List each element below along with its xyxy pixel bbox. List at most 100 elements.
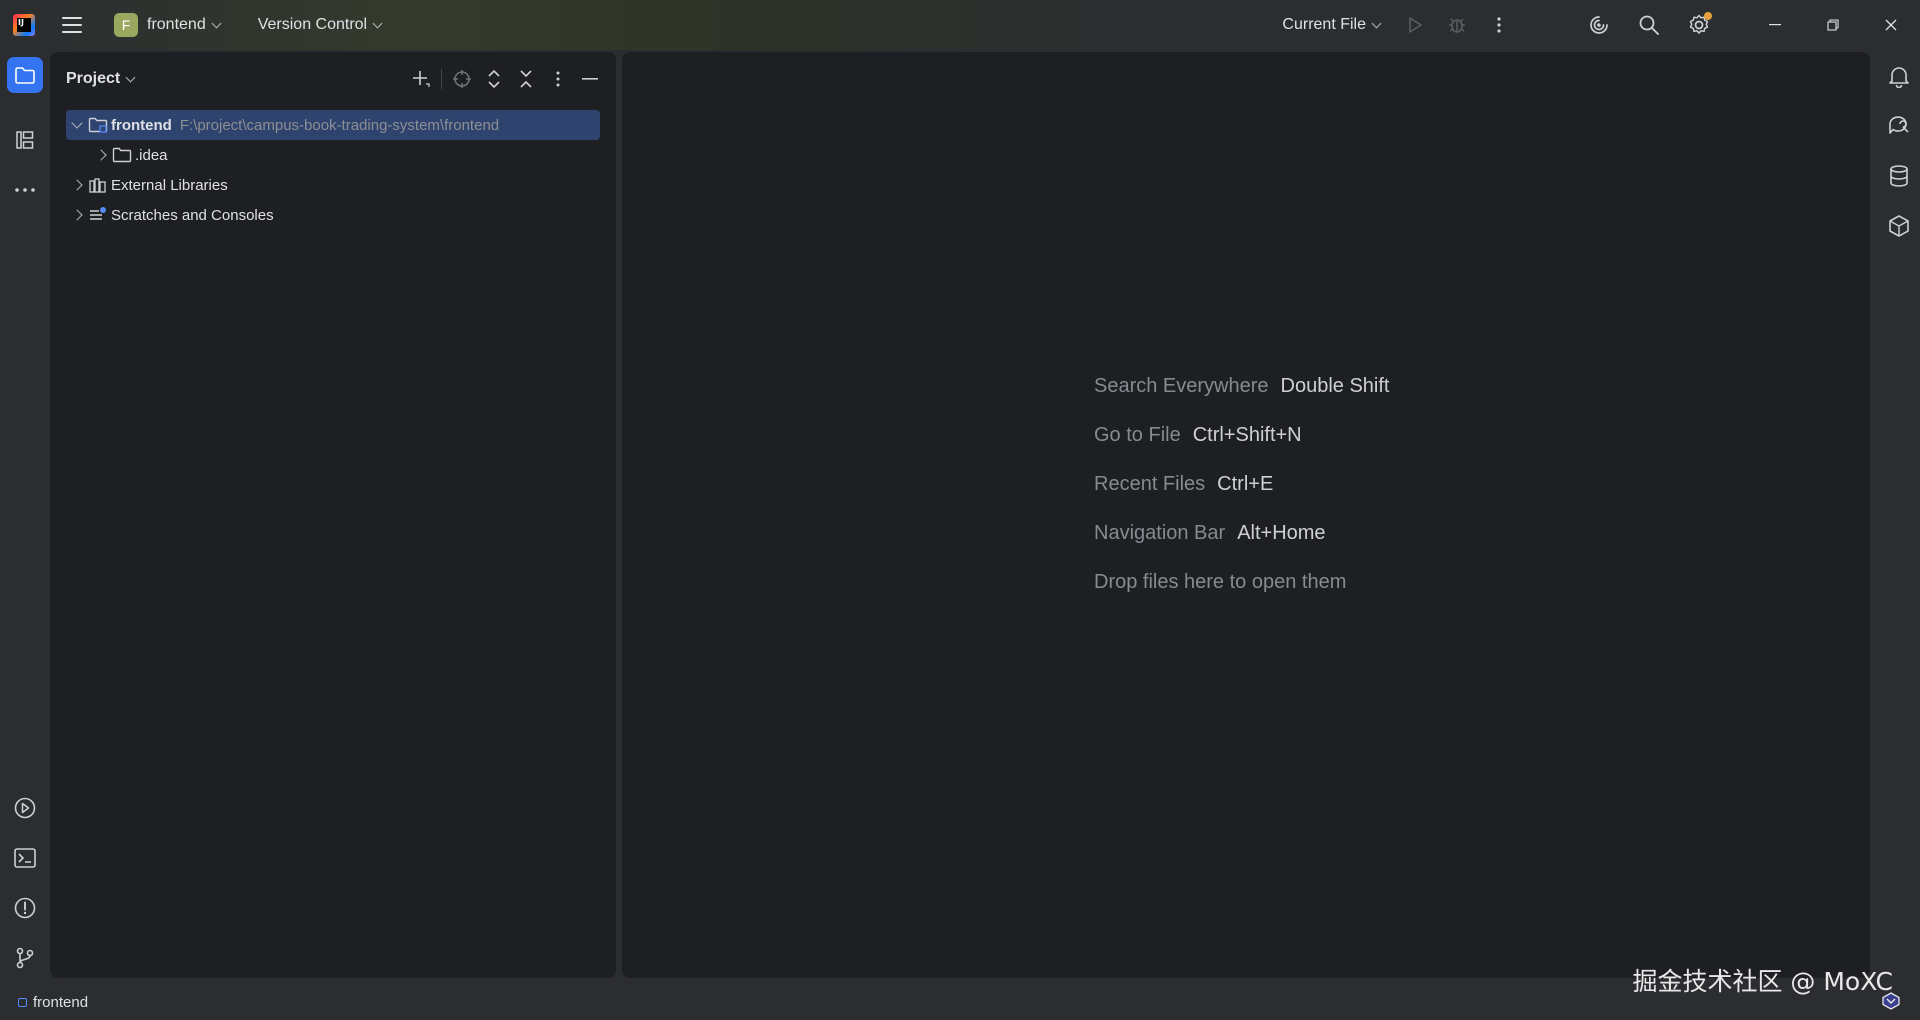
project-tool-window: Project frontend F:\project\campus-book-… [50, 52, 616, 978]
hint-shortcut: Alt+Home [1237, 522, 1326, 544]
settings-button[interactable] [1686, 12, 1712, 38]
terminal-tool-button[interactable] [7, 840, 43, 876]
terminal-icon [14, 848, 36, 868]
problems-tool-button[interactable] [7, 890, 43, 926]
expand-toggle[interactable] [66, 117, 88, 129]
project-panel-header: Project [50, 52, 616, 106]
watermark: 掘金技术社区 @ MoXC [1632, 967, 1893, 996]
minimize-icon [1769, 24, 1781, 26]
plugin-tool-button[interactable] [1883, 210, 1915, 242]
close-window-button[interactable] [1862, 0, 1920, 50]
ai-chat-button[interactable] [1883, 110, 1915, 142]
hint-label: Recent Files [1094, 473, 1206, 495]
hint-drop-files: Drop files here to open them [1094, 571, 1390, 620]
new-file-button[interactable] [405, 66, 437, 92]
left-tool-strip [0, 50, 50, 980]
empty-editor-hints: Search Everywhere Double Shift Go to Fil… [1094, 375, 1390, 620]
hide-panel-button[interactable] [574, 66, 606, 92]
hint-navigation-bar: Navigation Bar Alt+Home [1094, 522, 1390, 571]
more-vertical-icon [1497, 17, 1501, 33]
expand-all-icon [488, 69, 500, 89]
hint-go-to-file: Go to File Ctrl+Shift+N [1094, 424, 1390, 473]
database-button[interactable] [1883, 160, 1915, 192]
scratches-icon [88, 206, 108, 224]
editor-area[interactable]: Search Everywhere Double Shift Go to Fil… [622, 52, 1870, 978]
services-tool-button[interactable] [7, 790, 43, 826]
plus-icon [413, 71, 430, 87]
watermark-logo-icon [1882, 992, 1900, 1010]
restore-icon [1827, 19, 1839, 31]
locate-file-button[interactable] [446, 66, 478, 92]
title-bar: F frontend Version Control Current File [0, 0, 1920, 50]
minimize-button[interactable] [1746, 0, 1804, 50]
chevron-down-icon [71, 117, 83, 129]
git-tool-button[interactable] [7, 940, 43, 976]
hint-recent-files: Recent Files Ctrl+E [1094, 473, 1390, 522]
hint-shortcut: Ctrl+E [1217, 473, 1274, 495]
git-branch-icon [16, 947, 34, 969]
breadcrumb-label: frontend [33, 994, 89, 1011]
project-name: frontend [147, 16, 206, 33]
more-tools-button[interactable] [7, 172, 43, 208]
project-view-selector[interactable]: Project [66, 70, 136, 88]
close-icon [1885, 19, 1897, 31]
vcs-label: Version Control [257, 16, 368, 33]
hint-label: Go to File [1094, 424, 1181, 446]
intellij-logo-icon [13, 14, 35, 36]
chevron-right-icon [71, 179, 83, 191]
tree-node-idea[interactable]: .idea [66, 140, 600, 170]
tree-node-scratches[interactable]: Scratches and Consoles [66, 200, 600, 230]
tree-node-path: F:\project\campus-book-trading-system\fr… [179, 116, 500, 134]
expand-toggle[interactable] [66, 179, 88, 191]
services-run-icon [14, 797, 36, 819]
panel-options-button[interactable] [542, 66, 574, 92]
tree-node-label: .idea [135, 146, 168, 164]
vcs-widget[interactable]: Version Control [257, 16, 383, 34]
hint-shortcut: Ctrl+Shift+N [1192, 424, 1302, 446]
update-dot-icon [1704, 12, 1712, 20]
chevron-down-icon [125, 72, 136, 82]
hint-search-everywhere: Search Everywhere Double Shift [1094, 375, 1390, 424]
ai-assistant-button[interactable] [1586, 12, 1612, 38]
ai-spiral-icon [1590, 16, 1608, 34]
hint-label: Search Everywhere [1094, 375, 1269, 397]
chevron-down-icon [1371, 18, 1382, 28]
search-icon [1639, 15, 1659, 35]
prism-icon [1889, 215, 1909, 237]
collapse-all-icon [520, 70, 532, 88]
project-panel-title: Project [66, 70, 121, 87]
toolbar-separator [441, 69, 442, 89]
main-menu-button[interactable] [62, 17, 82, 33]
project-tool-button[interactable] [7, 57, 43, 93]
restore-button[interactable] [1804, 0, 1862, 50]
bell-icon [1889, 67, 1909, 88]
right-tool-strip [1878, 50, 1920, 980]
more-vertical-icon [556, 71, 560, 87]
run-button[interactable] [1402, 12, 1428, 38]
bug-icon [1449, 18, 1465, 33]
run-config-label: Current File [1282, 16, 1366, 33]
expand-toggle[interactable] [90, 149, 112, 161]
chevron-right-icon [95, 149, 107, 161]
folder-icon [15, 67, 35, 84]
hint-shortcut: Double Shift [1280, 375, 1390, 397]
status-breadcrumb[interactable]: frontend [18, 994, 88, 1011]
search-button[interactable] [1636, 12, 1662, 38]
structure-icon [16, 131, 34, 149]
tree-node-frontend[interactable]: frontend F:\project\campus-book-trading-… [66, 110, 600, 140]
chevron-down-icon [211, 18, 222, 28]
tree-node-external-libraries[interactable]: External Libraries [66, 170, 600, 200]
database-icon [1890, 165, 1908, 187]
minimize-icon [582, 78, 598, 80]
expand-all-button[interactable] [478, 66, 510, 92]
library-icon [88, 176, 108, 194]
expand-toggle[interactable] [66, 209, 88, 221]
collapse-all-button[interactable] [510, 66, 542, 92]
run-config-selector[interactable]: Current File [1282, 16, 1382, 34]
more-actions-button[interactable] [1486, 12, 1512, 38]
structure-tool-button[interactable] [7, 122, 43, 158]
more-horizontal-icon [15, 188, 35, 192]
project-widget[interactable]: F frontend [114, 13, 222, 37]
debug-button[interactable] [1444, 12, 1470, 38]
notifications-button[interactable] [1883, 60, 1915, 92]
